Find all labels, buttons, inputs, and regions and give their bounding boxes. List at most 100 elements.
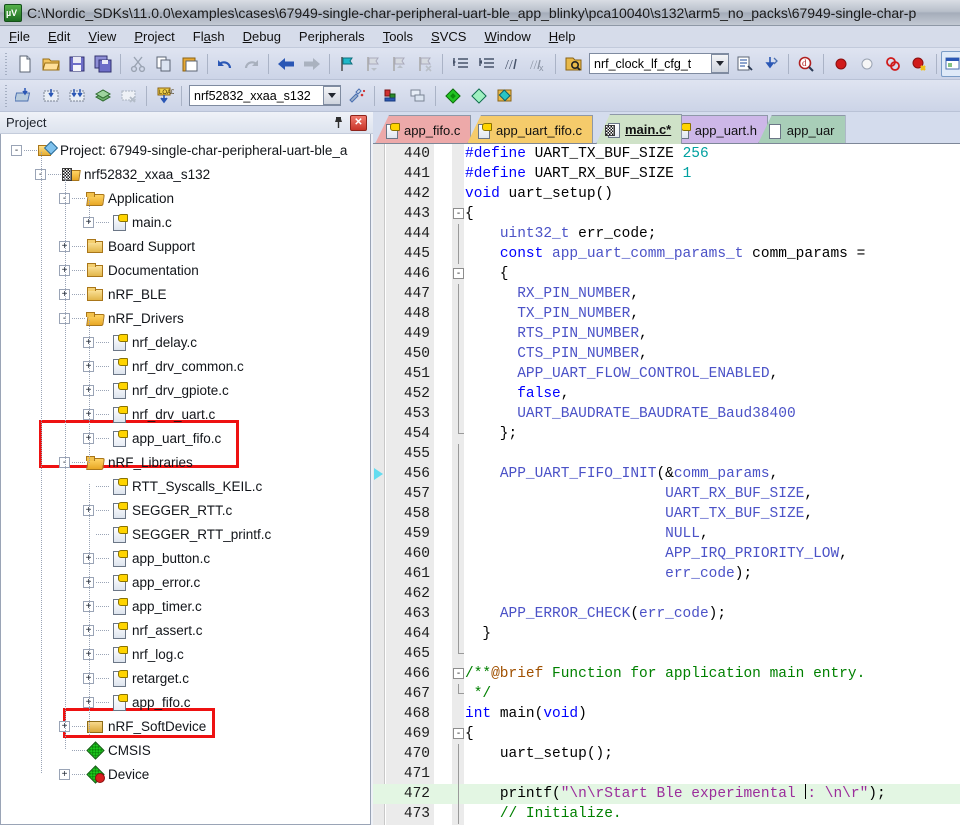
- editor-tab-app-uart-fifo-c[interactable]: app_uart_fifo.c: [467, 115, 594, 144]
- toolbar-grip[interactable]: [2, 84, 10, 107]
- undo-icon[interactable]: [212, 51, 238, 77]
- target-options-icon[interactable]: [344, 83, 370, 109]
- menu-item-peripherals[interactable]: Peripherals: [290, 27, 374, 46]
- fold-collapse-icon[interactable]: -: [453, 268, 464, 279]
- code-line[interactable]: 468 int main(void): [373, 704, 960, 724]
- code-line[interactable]: 469 -{: [373, 724, 960, 744]
- previous-bookmark-icon[interactable]: [360, 51, 386, 77]
- batch-build-icon[interactable]: [90, 83, 116, 109]
- menu-item-debug[interactable]: Debug: [234, 27, 290, 46]
- code-line[interactable]: 457 UART_RX_BUF_SIZE,: [373, 484, 960, 504]
- tree-item-application[interactable]: -Application: [1, 186, 370, 210]
- tree-item-app-timer-c[interactable]: +app_timer.c: [1, 594, 370, 618]
- editor-tab-main-c-[interactable]: main.c*: [596, 114, 683, 144]
- code-line[interactable]: 452 false,: [373, 384, 960, 404]
- disable-breakpoint-icon[interactable]: [854, 51, 880, 77]
- editor-tab-app-uar[interactable]: app_uar: [757, 115, 846, 144]
- stop-build-icon[interactable]: [116, 83, 142, 109]
- tree-item-app-error-c[interactable]: +app_error.c: [1, 570, 370, 594]
- download-icon[interactable]: LOAD: [151, 83, 177, 109]
- menu-item-flash[interactable]: Flash: [184, 27, 234, 46]
- code-line[interactable]: 453 UART_BAUDRATE_BAUDRATE_Baud38400: [373, 404, 960, 424]
- menu-item-project[interactable]: Project: [125, 27, 183, 46]
- menu-item-view[interactable]: View: [79, 27, 125, 46]
- uncomment-icon[interactable]: //x: [525, 51, 551, 77]
- open-file-icon[interactable]: [38, 51, 64, 77]
- tree-item-nrf-libraries[interactable]: -nRF_Libraries: [1, 450, 370, 474]
- tree-item-app-uart-fifo-c[interactable]: +app_uart_fifo.c: [1, 426, 370, 450]
- code-line[interactable]: 472 printf("\n\rStart Ble experimental :…: [373, 784, 960, 804]
- tree-item-project-67949-single-char-peripheral-uart-ble-a[interactable]: - Project: 67949-single-char-peripheral-u…: [1, 138, 370, 162]
- code-line[interactable]: 459 NULL,: [373, 524, 960, 544]
- code-line[interactable]: 445 const app_uart_comm_params_t comm_pa…: [373, 244, 960, 264]
- find-in-files-icon[interactable]: [560, 51, 586, 77]
- translate-icon[interactable]: [12, 83, 38, 109]
- disable-all-breakpoints-icon[interactable]: [906, 51, 932, 77]
- tree-item-nrf-softdevice[interactable]: +nRF_SoftDevice: [1, 714, 370, 738]
- tree-item-retarget-c[interactable]: +retarget.c: [1, 666, 370, 690]
- code-line[interactable]: 460 APP_IRQ_PRIORITY_LOW,: [373, 544, 960, 564]
- code-line[interactable]: 463 APP_ERROR_CHECK(err_code);: [373, 604, 960, 624]
- collapse-icon[interactable]: -: [11, 144, 22, 156]
- tree-item-documentation[interactable]: +Documentation: [1, 258, 370, 282]
- code-line[interactable]: 440 #define UART_TX_BUF_SIZE 256: [373, 144, 960, 164]
- code-line[interactable]: 466 -/**@brief Function for application m…: [373, 664, 960, 684]
- chevron-down-icon[interactable]: [323, 86, 340, 105]
- code-line[interactable]: 446 - {: [373, 264, 960, 284]
- menu-item-window[interactable]: Window: [475, 27, 539, 46]
- redo-icon[interactable]: [238, 51, 264, 77]
- software-packs-icon[interactable]: [492, 83, 518, 109]
- tree-item-device[interactable]: + Device: [1, 762, 370, 786]
- tree-item-nrf-drv-gpiote-c[interactable]: +nrf_drv_gpiote.c: [1, 378, 370, 402]
- tree-item-nrf-delay-c[interactable]: +nrf_delay.c: [1, 330, 370, 354]
- tree-item-app-fifo-c[interactable]: +app_fifo.c: [1, 690, 370, 714]
- code-line[interactable]: 473 // Initialize.: [373, 804, 960, 824]
- close-icon[interactable]: ✕: [350, 114, 367, 131]
- code-line[interactable]: 442 void uart_setup(): [373, 184, 960, 204]
- comment-icon[interactable]: //: [499, 51, 525, 77]
- navigate-backward-icon[interactable]: [273, 51, 299, 77]
- code-line[interactable]: 447 RX_PIN_NUMBER,: [373, 284, 960, 304]
- tree-item-rtt-syscalls-keil-c[interactable]: RTT_Syscalls_KEIL.c: [1, 474, 370, 498]
- code-line[interactable]: 450 CTS_PIN_NUMBER,: [373, 344, 960, 364]
- menu-item-file[interactable]: File: [0, 27, 39, 46]
- rebuild-icon[interactable]: [64, 83, 90, 109]
- navigate-forward-icon[interactable]: [299, 51, 325, 77]
- code-line[interactable]: 443 -{: [373, 204, 960, 224]
- kill-all-breakpoints-icon[interactable]: [880, 51, 906, 77]
- goto-definition-icon[interactable]: [758, 51, 784, 77]
- cut-icon[interactable]: [125, 51, 151, 77]
- expand-icon[interactable]: +: [59, 768, 70, 780]
- multi-project-icon[interactable]: [405, 83, 431, 109]
- editor-tab-app-fifo-c[interactable]: app_fifo.c: [375, 115, 472, 144]
- code-line[interactable]: 464 }: [373, 624, 960, 644]
- tree-item-segger-rtt-printf-c[interactable]: SEGGER_RTT_printf.c: [1, 522, 370, 546]
- chevron-down-icon[interactable]: [711, 54, 728, 73]
- pack-installer-icon[interactable]: [440, 83, 466, 109]
- code-line[interactable]: 471: [373, 764, 960, 784]
- browse-symbol-icon[interactable]: [732, 51, 758, 77]
- indent-icon[interactable]: [447, 51, 473, 77]
- code-line[interactable]: 458 UART_TX_BUF_SIZE,: [373, 504, 960, 524]
- tree-item-segger-rtt-c[interactable]: +SEGGER_RTT.c: [1, 498, 370, 522]
- paste-icon[interactable]: [177, 51, 203, 77]
- code-line[interactable]: 455: [373, 444, 960, 464]
- tree-item-nrf-assert-c[interactable]: +nrf_assert.c: [1, 618, 370, 642]
- insert-bookmark-icon[interactable]: [334, 51, 360, 77]
- menu-item-svcs[interactable]: SVCS: [422, 27, 475, 46]
- tree-item-cmsis[interactable]: CMSIS: [1, 738, 370, 762]
- save-all-icon[interactable]: [90, 51, 116, 77]
- code-line[interactable]: 449 RTS_PIN_NUMBER,: [373, 324, 960, 344]
- pin-icon[interactable]: [330, 115, 346, 131]
- outdent-icon[interactable]: [473, 51, 499, 77]
- code-line[interactable]: 441 #define UART_RX_BUF_SIZE 1: [373, 164, 960, 184]
- project-tree[interactable]: - Project: 67949-single-char-peripheral-u…: [0, 134, 371, 825]
- tree-item-nrf-log-c[interactable]: +nrf_log.c: [1, 642, 370, 666]
- find-icon[interactable]: d: [793, 51, 819, 77]
- tree-item-nrf-drv-common-c[interactable]: +nrf_drv_common.c: [1, 354, 370, 378]
- code-line[interactable]: 465: [373, 644, 960, 664]
- manage-run-time-environment-icon[interactable]: [466, 83, 492, 109]
- manage-windows-icon[interactable]: [941, 50, 960, 77]
- fold-collapse-icon[interactable]: -: [453, 668, 464, 679]
- save-icon[interactable]: [64, 51, 90, 77]
